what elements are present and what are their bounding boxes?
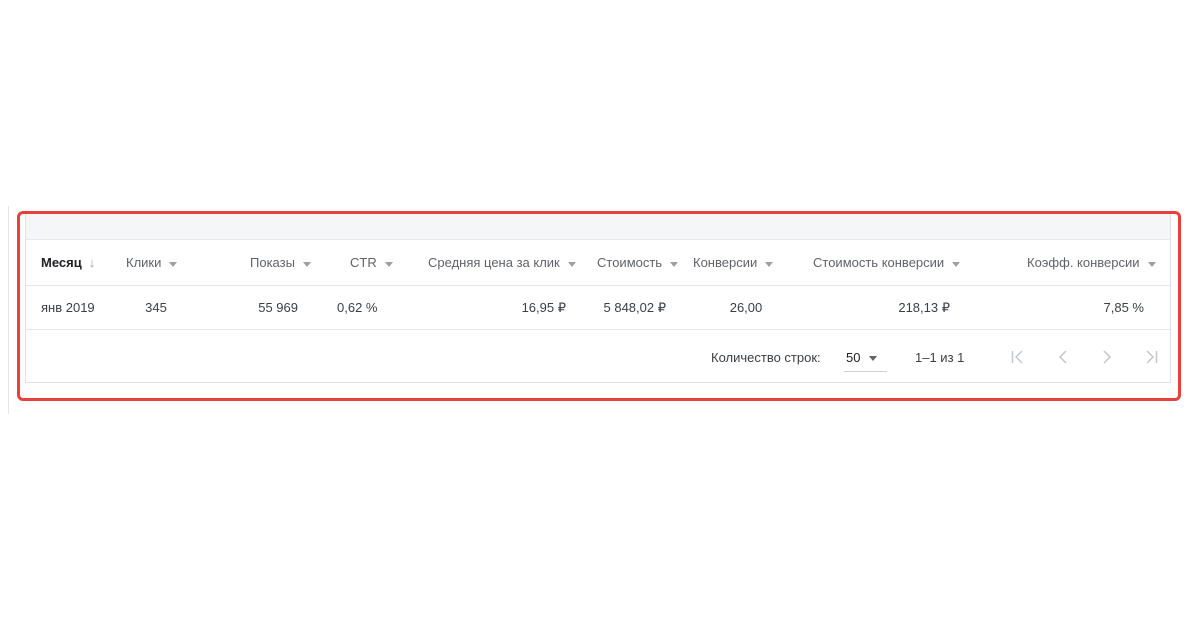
page: Месяц ↓ Клики Показы CTR Средняя цена за… <box>0 0 1200 630</box>
page-left-rule <box>8 206 9 414</box>
highlight-frame <box>17 211 1181 401</box>
